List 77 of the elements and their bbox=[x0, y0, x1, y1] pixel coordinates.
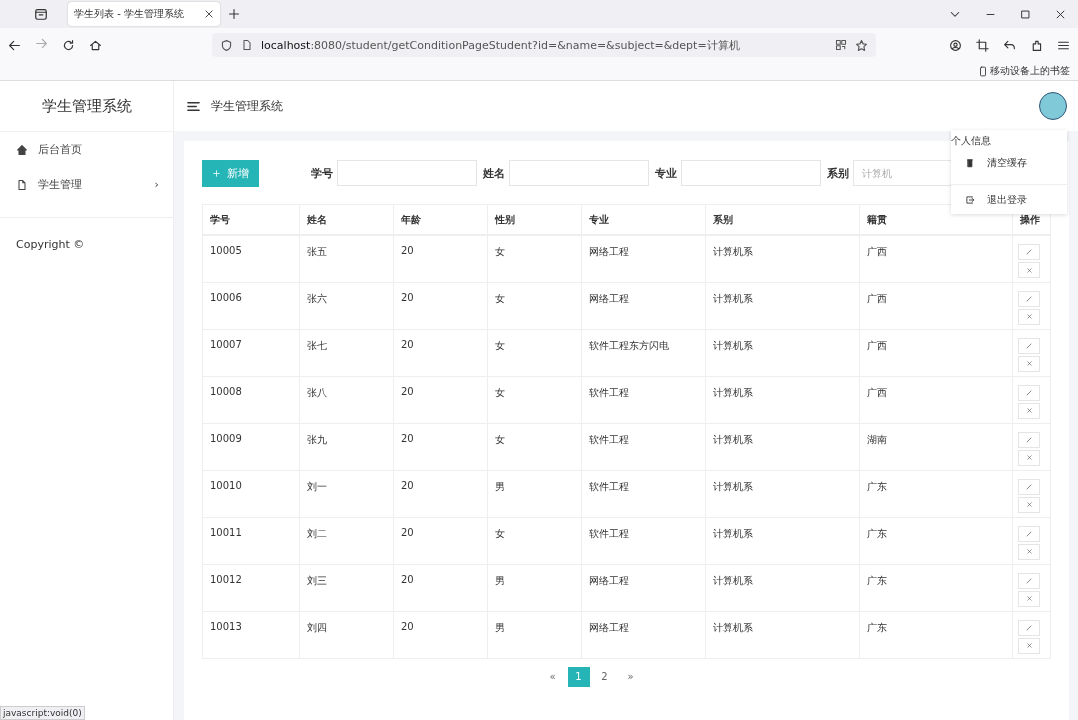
brand-title: 学生管理系统 bbox=[0, 81, 173, 132]
table-cell: 湖南 bbox=[859, 423, 1013, 470]
table-cell: 10005 bbox=[202, 235, 300, 282]
table-cell: 计算机系 bbox=[705, 517, 860, 564]
table-cell: 计算机系 bbox=[705, 235, 860, 282]
table-cell: 张五 bbox=[299, 235, 394, 282]
table-cell: 软件工程 bbox=[581, 376, 706, 423]
table-cell: 10007 bbox=[202, 329, 300, 376]
table-cell: 张八 bbox=[299, 376, 394, 423]
table-cell: 20 bbox=[393, 376, 488, 423]
table-cell: 软件工程 bbox=[581, 423, 706, 470]
table-cell: 女 bbox=[487, 235, 582, 282]
table-cell: 10010 bbox=[202, 470, 300, 517]
table-cell: 20 bbox=[393, 329, 488, 376]
table-cell: 10011 bbox=[202, 517, 300, 564]
table-cell: 10012 bbox=[202, 564, 300, 611]
table-cell: 网络工程 bbox=[581, 564, 706, 611]
table-cell: 10006 bbox=[202, 282, 300, 329]
table-cell: 男 bbox=[487, 611, 582, 658]
table-cell: 女 bbox=[487, 376, 582, 423]
table-cell: 计算机系 bbox=[705, 564, 860, 611]
table-cell: 刘三 bbox=[299, 564, 394, 611]
copyright-text: Copyright © bbox=[15, 237, 86, 253]
table-cell: 男 bbox=[487, 470, 582, 517]
table-cell: 广西 bbox=[859, 235, 1013, 282]
table-cell: 张七 bbox=[299, 329, 394, 376]
table-cell: 软件工程 bbox=[581, 517, 706, 564]
table-cell: 女 bbox=[487, 282, 582, 329]
table-cell: 女 bbox=[487, 517, 582, 564]
table-cell: 20 bbox=[393, 517, 488, 564]
table-cell: 计算机系 bbox=[705, 376, 860, 423]
table-cell: 20 bbox=[393, 470, 488, 517]
table-cell: 张六 bbox=[299, 282, 394, 329]
column-header: 系别 bbox=[705, 204, 860, 235]
table-cell: 20 bbox=[393, 564, 488, 611]
table-cell: 刘四 bbox=[299, 611, 394, 658]
table-cell: 软件工程 bbox=[581, 470, 706, 517]
table-cell: 张九 bbox=[299, 423, 394, 470]
table-cell: 广东 bbox=[859, 611, 1013, 658]
table-cell: 女 bbox=[487, 329, 582, 376]
table-cell: 20 bbox=[393, 235, 488, 282]
table-cell: 广西 bbox=[859, 376, 1013, 423]
table-cell: 计算机系 bbox=[705, 611, 860, 658]
table-cell: 广东 bbox=[859, 564, 1013, 611]
table-cell: 10009 bbox=[202, 423, 300, 470]
filter-label: 专业 bbox=[654, 165, 677, 181]
table-cell: 网络工程 bbox=[581, 282, 706, 329]
filter-label: 系别 bbox=[826, 165, 849, 181]
table-cell: 刘二 bbox=[299, 517, 394, 564]
table-cell: 20 bbox=[393, 611, 488, 658]
table-cell: 广西 bbox=[859, 329, 1013, 376]
column-header: 性别 bbox=[487, 204, 582, 235]
table-cell: 10013 bbox=[202, 611, 300, 658]
column-header: 姓名 bbox=[299, 204, 394, 235]
column-header: 专业 bbox=[581, 204, 706, 235]
table-cell: 计算机系 bbox=[705, 470, 860, 517]
status-url: javascript:void(0) bbox=[0, 706, 85, 720]
table-cell: 男 bbox=[487, 564, 582, 611]
column-header: 年龄 bbox=[393, 204, 488, 235]
table-cell: 女 bbox=[487, 423, 582, 470]
table-cell: 网络工程 bbox=[581, 611, 706, 658]
table-cell: 广东 bbox=[859, 517, 1013, 564]
table-cell: 10008 bbox=[202, 376, 300, 423]
header-title: 学生管理系统 bbox=[211, 97, 283, 115]
table-cell: 软件工程东方闪电 bbox=[581, 329, 706, 376]
table-cell: 20 bbox=[393, 423, 488, 470]
table-cell: 刘一 bbox=[299, 470, 394, 517]
table-cell: 广西 bbox=[859, 282, 1013, 329]
column-header: 学号 bbox=[202, 204, 300, 235]
table-cell: 计算机系 bbox=[705, 329, 860, 376]
table-cell: 计算机系 bbox=[705, 423, 860, 470]
filter-label: 姓名 bbox=[482, 165, 505, 181]
filter-label: 学号 bbox=[310, 165, 333, 181]
table-cell: 网络工程 bbox=[581, 235, 706, 282]
table-cell: 广东 bbox=[859, 470, 1013, 517]
table-cell: 计算机系 bbox=[705, 282, 860, 329]
table-cell: 20 bbox=[393, 282, 488, 329]
